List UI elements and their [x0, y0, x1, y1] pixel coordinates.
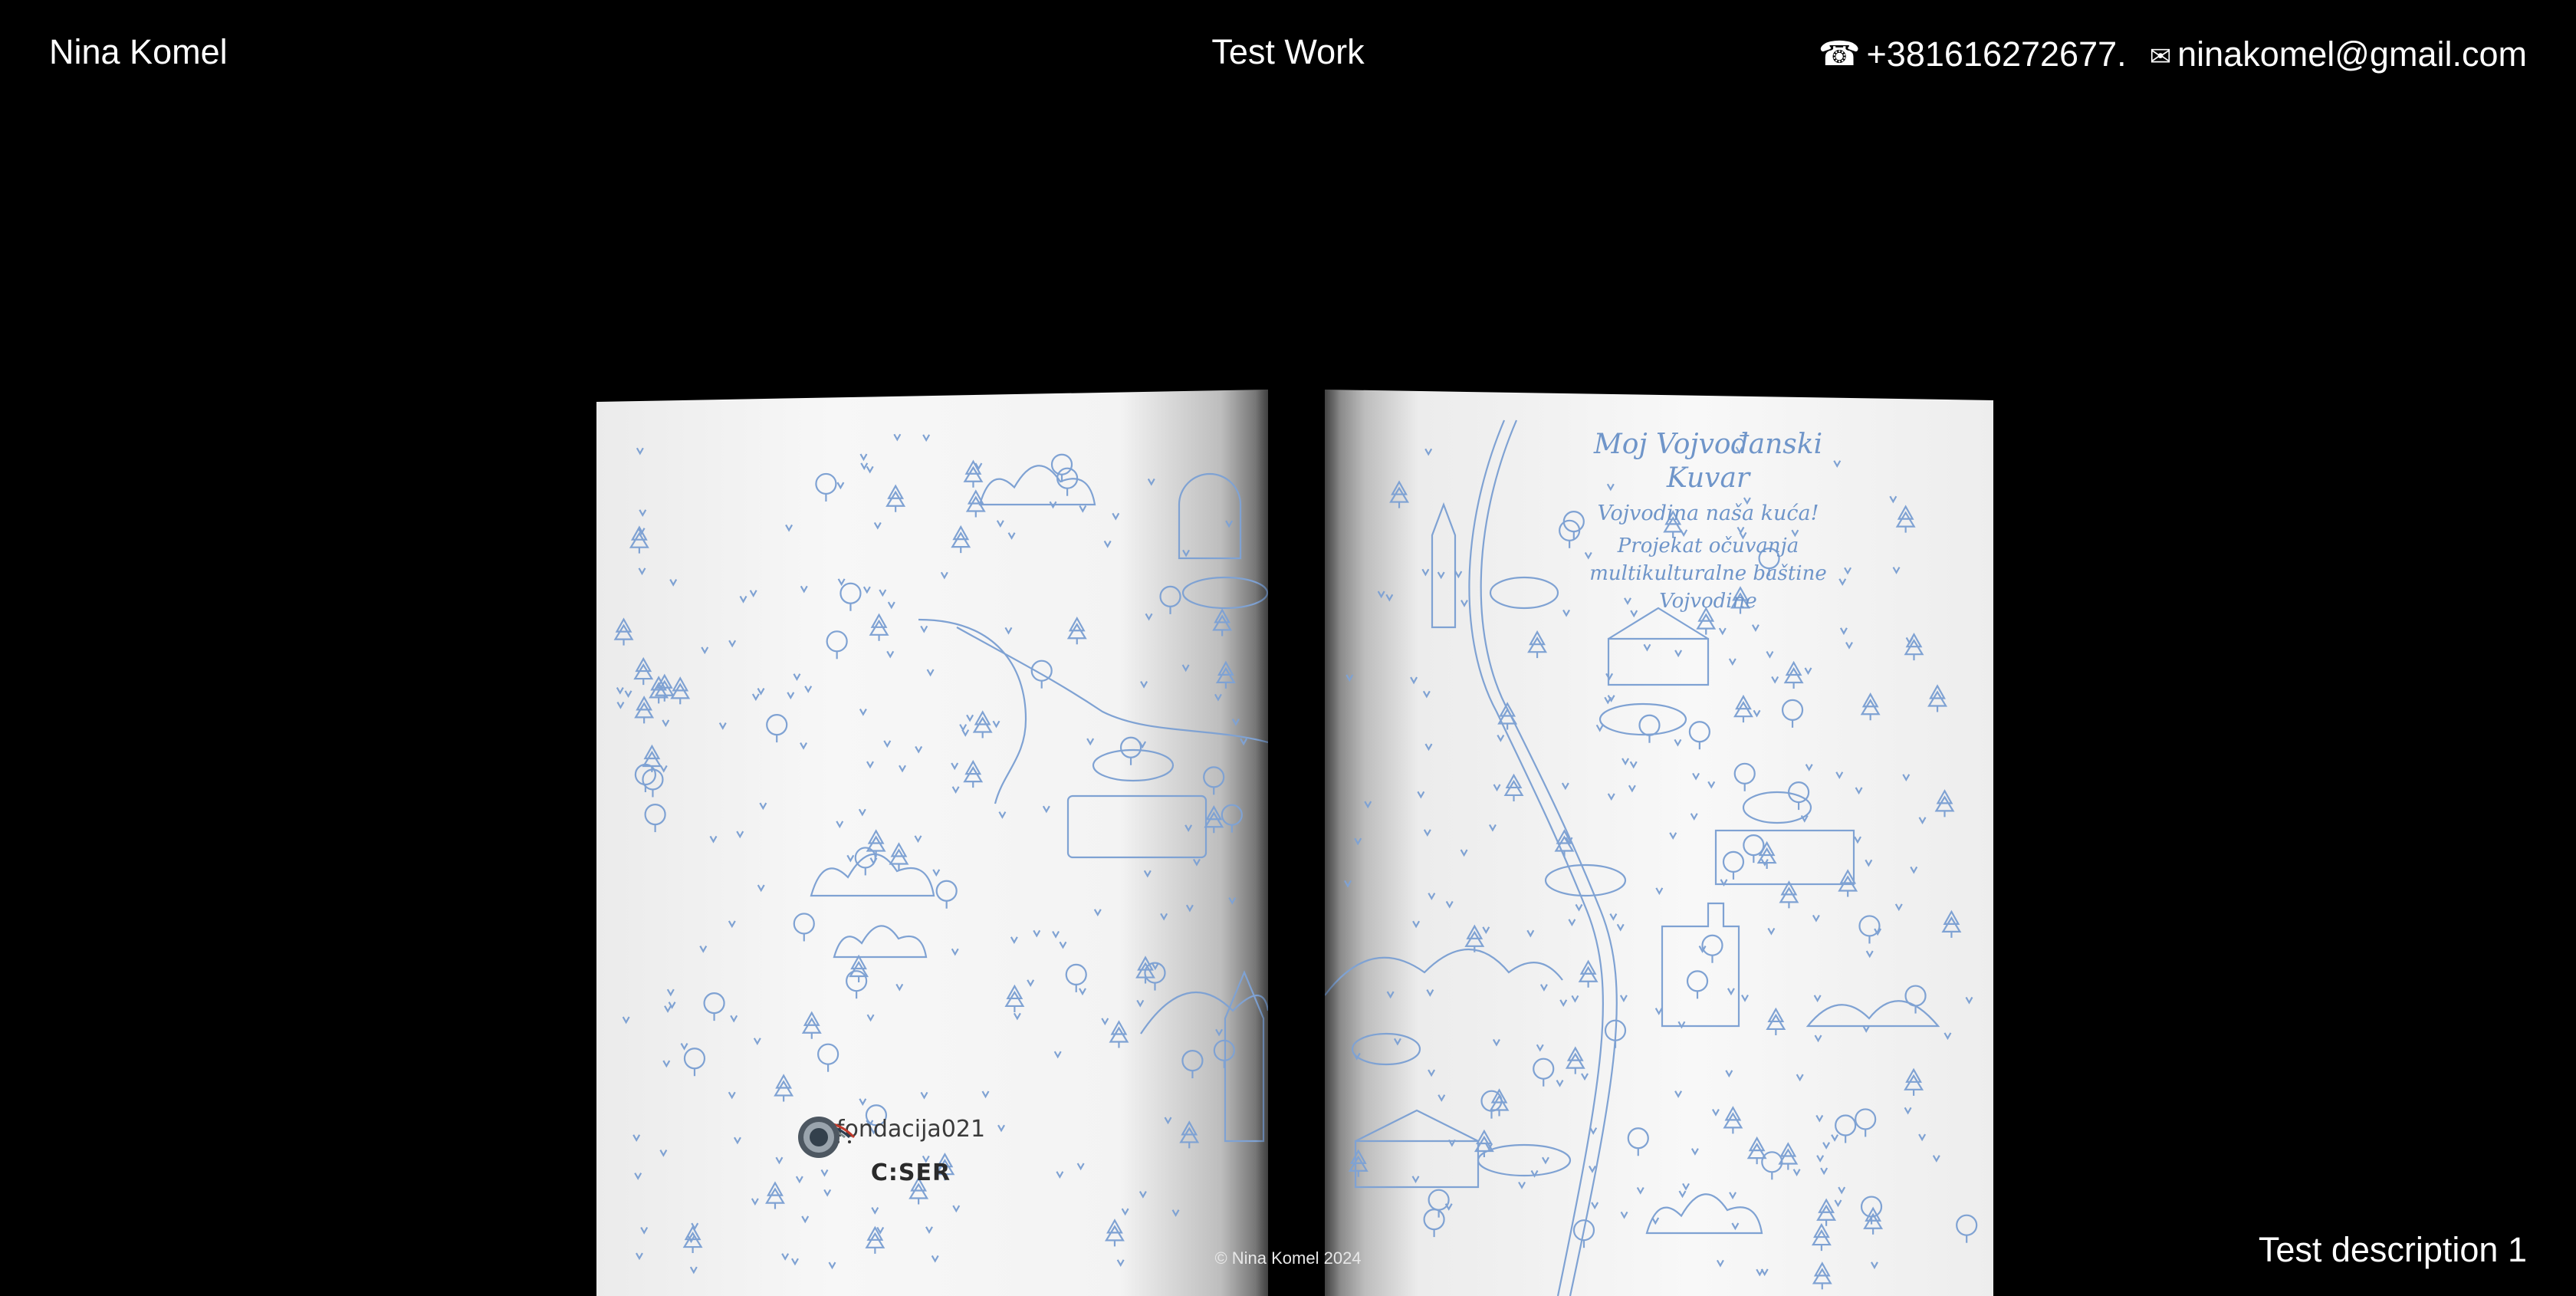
project-image-booklet[interactable]: fondacija021 C:SER Moj Vojvođanski Kuvar… — [596, 390, 1993, 1296]
booklet-back-cover: fondacija021 C:SER — [596, 390, 1268, 1296]
project-description: Test description 1 — [2258, 1230, 2527, 1269]
booklet-spine-shadow — [1256, 390, 1340, 1296]
email-link[interactable]: ✉ ninakomel@gmail.com — [2150, 29, 2527, 80]
booklet-front-cover: Moj Vojvođanski Kuvar Vojvodina naša kuć… — [1325, 390, 1993, 1296]
cover-text-block: Moj Vojvođanski Kuvar Vojvodina naša kuć… — [1555, 428, 1861, 615]
sponsor-logos: fondacija021 C:SER — [796, 1114, 1026, 1186]
mail-icon: ✉ — [2149, 42, 2172, 71]
cover-project: Projekat očuvanja multikulturalne baštin… — [1589, 535, 1827, 613]
partner-logos-row: C:SER — [796, 1117, 1026, 1186]
seal-logo-icon — [798, 1117, 840, 1158]
phone-number: +381616272677. — [1866, 35, 2127, 74]
contact-info: ☎ +381616272677. ✉ ninakomel@gmail.com — [1819, 29, 2527, 80]
cover-title: Moj Vojvođanski Kuvar — [1593, 429, 1823, 494]
phone-link[interactable]: ☎ +381616272677. — [1819, 31, 2127, 77]
site-header: Nina Komel Test Work ☎ +381616272677. ✉ … — [0, 0, 2576, 107]
phone-icon: ☎ — [1818, 35, 1861, 73]
copyright: © Nina Komel 2024 — [1214, 1248, 1362, 1268]
email-address: ninakomel@gmail.com — [2177, 35, 2527, 74]
cover-tagline: Vojvodina naša kuća! — [1597, 502, 1819, 525]
cser-logo: C:SER — [870, 1159, 951, 1186]
